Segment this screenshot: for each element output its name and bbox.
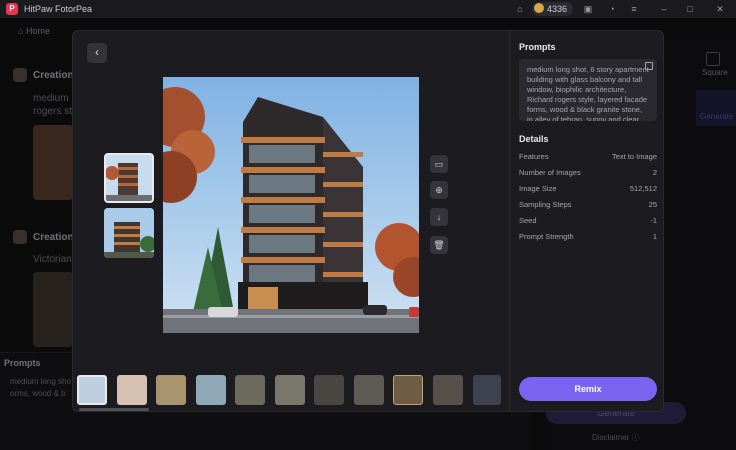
strip-thumb[interactable] <box>354 375 384 405</box>
panel-divider <box>509 31 510 411</box>
main-preview-image[interactable] <box>163 77 419 333</box>
copy-icon[interactable] <box>645 62 653 70</box>
remix-button[interactable]: Remix <box>519 377 657 401</box>
detail-row: Image Size 512,512 <box>519 184 657 194</box>
image-edit-icon: ▭ <box>434 159 444 169</box>
close-icon[interactable]: ✕ <box>712 2 728 16</box>
detail-row: Number of Images 2 <box>519 168 657 178</box>
download-button[interactable]: ↓ <box>430 208 448 226</box>
detail-label: Seed <box>519 216 537 225</box>
download-icon: ↓ <box>436 212 442 222</box>
strip-thumb[interactable] <box>156 375 186 405</box>
detail-label: Sampling Steps <box>519 200 572 209</box>
minimize-icon[interactable]: – <box>656 2 672 16</box>
coin-icon <box>534 3 544 13</box>
credits-badge[interactable]: 4336 <box>532 2 574 16</box>
zoom-in-icon: ⊕ <box>435 185 443 195</box>
result-thumb-1[interactable] <box>104 153 154 203</box>
title-bar: P HitPaw FotorPea ⌂ 4336 ▣ ◔ ≡ – □ ✕ <box>0 0 736 18</box>
app-logo-icon: P <box>6 3 18 15</box>
detail-value: 25 <box>648 200 657 209</box>
app-title: HitPaw FotorPea <box>24 4 93 14</box>
detail-label: Prompt Strength <box>519 232 574 241</box>
strip-thumb[interactable] <box>275 375 305 405</box>
zoom-in-button[interactable]: ⊕ <box>430 181 448 199</box>
result-thumb-2[interactable] <box>104 208 154 258</box>
detail-label: Features <box>519 152 549 161</box>
thumbnail-strip <box>73 369 509 411</box>
back-button[interactable]: ‹ <box>87 43 107 63</box>
detail-value: 512,512 <box>629 184 657 193</box>
prompts-heading: Prompts <box>519 42 556 52</box>
building-image <box>104 208 154 258</box>
detail-value: Text to Image <box>611 152 657 161</box>
image-edit-button[interactable]: ▭ <box>430 155 448 173</box>
detail-row: Prompt Strength 1 <box>519 232 657 242</box>
image-detail-modal: ‹ ▭ ⊕ ↓ 🗑 Prompts medium long shot, 6 st… <box>72 30 664 412</box>
menu-icon[interactable]: ≡ <box>626 2 642 16</box>
strip-thumb[interactable] <box>473 375 501 405</box>
user-icon[interactable]: ◔ <box>604 2 620 16</box>
strip-thumb[interactable] <box>314 375 344 405</box>
details-heading: Details <box>519 134 549 144</box>
detail-label: Number of Images <box>519 168 581 177</box>
maximize-icon[interactable]: □ <box>682 2 698 16</box>
detail-value: -1 <box>650 216 657 225</box>
strip-scrollbar[interactable] <box>79 408 149 411</box>
strip-thumb[interactable] <box>393 375 423 405</box>
strip-thumb[interactable] <box>77 375 107 405</box>
trash-icon: 🗑 <box>433 240 445 250</box>
credits-count: 4336 <box>547 4 568 14</box>
gamepad-icon[interactable]: ⌂ <box>512 2 528 16</box>
apartment-building-image <box>163 77 419 333</box>
detail-row: Sampling Steps 25 <box>519 200 657 210</box>
strip-thumb[interactable] <box>235 375 265 405</box>
chevron-left-icon: ‹ <box>95 45 99 59</box>
detail-value: 2 <box>652 168 657 177</box>
detail-label: Image Size <box>519 184 557 193</box>
detail-row: Features Text to Image <box>519 152 657 162</box>
delete-button[interactable]: 🗑 <box>430 236 448 254</box>
prompt-text-box: medium long shot, 6 story apartment buil… <box>519 59 657 121</box>
detail-value: 1 <box>652 232 657 241</box>
detail-row: Seed -1 <box>519 216 657 226</box>
strip-thumb[interactable] <box>196 375 226 405</box>
building-image <box>106 155 152 201</box>
cart-icon[interactable]: ▣ <box>580 2 596 16</box>
strip-thumb[interactable] <box>117 375 147 405</box>
strip-thumb[interactable] <box>433 375 463 405</box>
